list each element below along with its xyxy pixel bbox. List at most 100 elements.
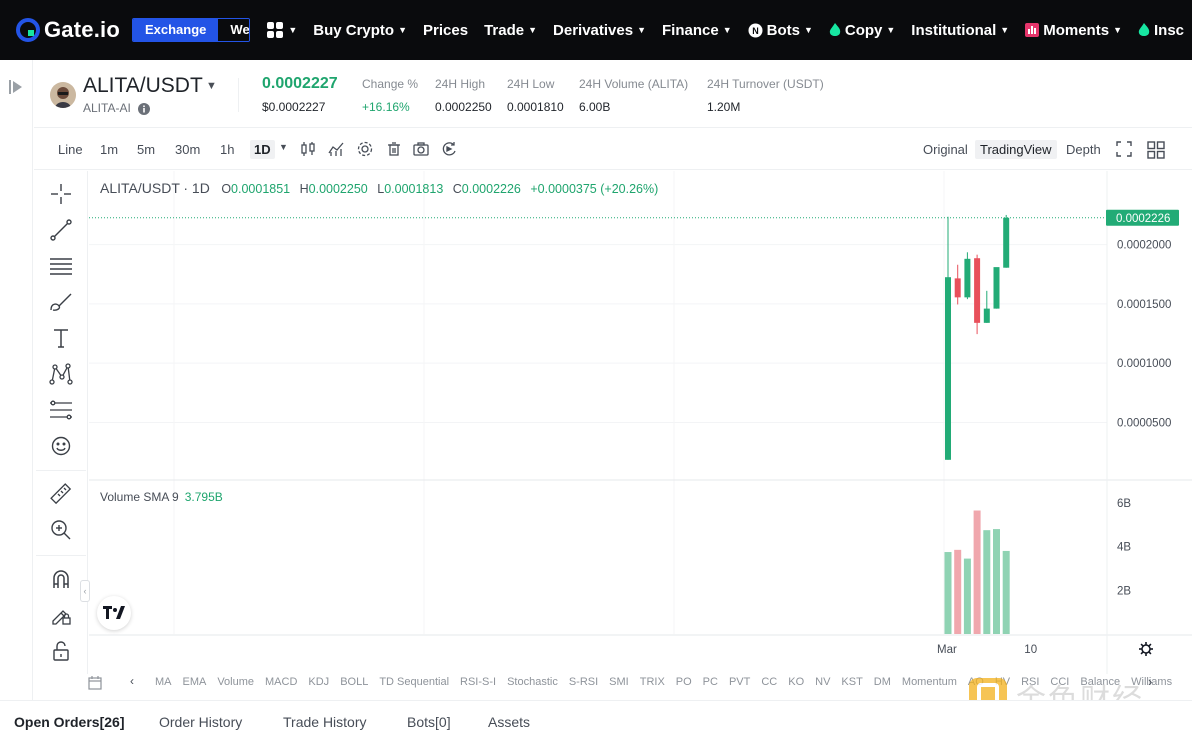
bots-icon: N [748,23,763,38]
trend-line-tool-icon[interactable] [48,217,74,243]
exchange-tab[interactable]: Exchange [132,19,219,41]
indicator-item[interactable]: MACD [265,676,297,688]
indicators-icon[interactable] [328,141,344,162]
expand-panel-icon[interactable] [9,79,23,100]
svg-text:N: N [752,26,759,36]
pair-name[interactable]: ALITA/USDT [83,74,203,98]
chevron-down-icon: ▼ [528,25,538,35]
zoom-in-icon[interactable] [48,517,74,543]
tab-trade-history[interactable]: Trade History [283,714,367,730]
price-chart[interactable]: 0.0002000 0.0001500 0.0001000 0.0000500 0.00… [89,171,1192,674]
layout-grid-icon[interactable] [1147,141,1165,164]
ruler-tool-icon[interactable] [48,481,74,507]
crosshair-tool-icon[interactable] [48,181,74,207]
indicator-item[interactable]: BOLL [340,676,368,688]
nav-prices[interactable]: Prices [423,22,468,39]
indicator-item[interactable]: TD Sequential [379,676,449,688]
indicator-item[interactable]: Volume [217,676,254,688]
fib-tool-icon[interactable] [48,397,74,423]
trash-icon[interactable] [386,141,402,162]
magnet-icon[interactable] [48,566,74,592]
timeframe-1h[interactable]: 1h [216,140,238,159]
nav-label: Moments [1043,21,1110,39]
separator [36,470,86,471]
price-axis-tick: 0.0001500 [1117,299,1171,311]
view-tradingview[interactable]: TradingView [975,140,1057,159]
emoji-tool-icon[interactable] [48,433,74,459]
indicators-scroll-right-icon[interactable]: › [1148,674,1152,689]
tab-order-history[interactable]: Order History [159,714,242,730]
grid-icon [267,22,284,38]
web3-tab[interactable]: Web3 [218,19,250,41]
volume-bar [983,530,991,634]
indicator-item[interactable]: EMA [183,676,207,688]
indicator-item[interactable]: KO [788,676,804,688]
indicator-item[interactable]: RSI-S-I [460,676,496,688]
axis-settings-icon[interactable] [1139,642,1153,656]
indicator-item[interactable]: SMI [609,676,629,688]
flame-icon [829,22,841,38]
text-tool-icon[interactable] [48,325,74,351]
indicator-item[interactable]: NV [815,676,830,688]
tradingview-logo[interactable] [97,596,131,630]
indicator-item[interactable]: MA [155,676,172,688]
candle-type-icon[interactable] [300,141,316,162]
pair-dropdown-icon[interactable]: ▼ [206,80,217,92]
stat-label: 24H High [435,77,486,91]
unlock-icon[interactable] [48,638,74,664]
timeframe-line[interactable]: Line [54,140,87,159]
indicator-item[interactable]: PVT [729,676,750,688]
view-original[interactable]: Original [918,140,973,159]
nav-copy[interactable]: Copy ▼ [829,22,895,39]
nav-derivatives[interactable]: Derivatives ▼ [553,22,646,39]
indicator-item[interactable]: S-RSI [569,676,598,688]
indicator-item[interactable]: PO [676,676,692,688]
horizontal-lines-tool-icon[interactable] [48,253,74,279]
lock-drawing-icon[interactable] [48,602,74,628]
nav-buy-crypto[interactable]: Buy Crypto ▼ [313,22,407,39]
indicator-item[interactable]: DM [874,676,891,688]
indicator-item[interactable]: PC [703,676,718,688]
chart-canvas[interactable]: 0.0002000 0.0001500 0.0001000 0.0000500 0.00… [89,171,1192,674]
nav-trade[interactable]: Trade ▼ [484,22,537,39]
stat-value: 0.0001810 [507,100,564,114]
fullscreen-icon[interactable] [1116,141,1132,162]
indicator-item[interactable]: Stochastic [507,676,558,688]
nav-label: Prices [423,21,469,39]
view-depth[interactable]: Depth [1061,140,1106,159]
tab-open-orders[interactable]: Open Orders[26] [14,714,124,730]
timeframe-1d[interactable]: 1D [250,140,275,159]
nav-moments[interactable]: Moments ▼ [1025,22,1122,39]
nav-bots[interactable]: N Bots ▼ [748,22,813,39]
legend-open: 0.0001851 [231,182,291,196]
pattern-tool-icon[interactable] [48,361,74,387]
timeframe-5m[interactable]: 5m [133,140,159,159]
timeframe-30m[interactable]: 30m [171,140,204,159]
nav-inscription[interactable]: Insc [1138,22,1184,39]
apps-grid-menu[interactable]: ▼ [266,21,297,39]
gate-logo[interactable]: Gate.io [16,17,120,43]
candle-body [945,277,951,460]
stat-value: 1.20M [707,100,741,114]
timeframe-1m[interactable]: 1m [96,140,122,159]
nav-institutional[interactable]: Institutional ▼ [911,22,1009,39]
indicator-item[interactable]: CC [761,676,777,688]
replay-icon[interactable] [441,141,459,162]
nav-finance[interactable]: Finance ▼ [662,22,732,39]
timeframe-more-icon[interactable]: ▼ [279,142,288,152]
info-icon[interactable] [138,102,150,120]
tab-bots[interactable]: Bots[0] [407,714,451,730]
brush-tool-icon[interactable] [48,289,74,315]
stat-value: +16.16% [362,100,410,114]
indicator-item[interactable]: Momentum [902,676,957,688]
camera-icon[interactable] [413,141,429,162]
left-collapsed-panel [0,60,33,731]
indicator-item[interactable]: TRIX [640,676,665,688]
last-price: 0.0002227 [262,75,338,92]
indicator-item[interactable]: KDJ [308,676,329,688]
indicator-item[interactable]: KST [841,676,862,688]
tab-assets[interactable]: Assets [488,714,530,730]
chart-settings-icon[interactable] [357,141,373,162]
gear-tooth [1148,643,1152,647]
gear-tooth [1148,651,1152,655]
